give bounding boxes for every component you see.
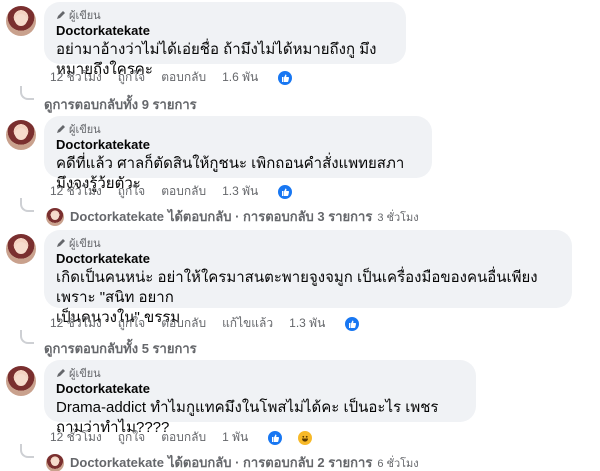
comment-text-line-1: เกิดเป็นคนหน่ะ อย่าให้ใครมาสนตะพายจูงจมู… — [56, 269, 538, 306]
replied-time: 3 ชั่วโมง — [377, 211, 419, 224]
like-reaction-icon — [344, 315, 361, 332]
reply-connector — [20, 198, 34, 212]
pen-icon — [56, 238, 66, 248]
comment-bubble: ผู้เขียน Doctorkatekate อย่ามาอ้างว่าไม่… — [44, 2, 406, 78]
avatar[interactable] — [6, 366, 36, 396]
view-replies-label: ดูการตอบกลับทั้ง 9 รายการ — [44, 97, 197, 112]
reply-button[interactable]: ตอบกลับ — [161, 428, 206, 447]
comment-time[interactable]: 12 ชั่วโมง — [50, 182, 102, 201]
avatar[interactable] — [6, 234, 36, 264]
reaction-count[interactable]: 1.3 พัน — [222, 182, 309, 201]
like-button[interactable]: ถูกใจ — [118, 428, 145, 447]
edited-label[interactable]: แก้ไขแล้ว — [222, 314, 273, 333]
comment-author[interactable]: Doctorkatekate — [56, 22, 394, 40]
comment-actions: 12 ชั่วโมง ถูกใจ ตอบกลับ 1.3 พัน — [50, 182, 325, 201]
reaction-count[interactable]: 1 พัน — [222, 428, 329, 447]
reaction-count[interactable]: 1.3 พัน — [289, 314, 376, 333]
replied-text: ได้ตอบกลับ · การตอบกลับ 2 รายการ — [167, 455, 373, 470]
comment-time[interactable]: 12 ชั่วโมง — [50, 68, 102, 87]
comment-time[interactable]: 12 ชั่วโมง — [50, 314, 102, 333]
pen-icon — [56, 368, 66, 378]
author-badge: ผู้เขียน — [56, 8, 394, 22]
reply-connector — [20, 330, 34, 344]
like-button[interactable]: ถูกใจ — [118, 314, 145, 333]
like-button[interactable]: ถูกใจ — [118, 182, 145, 201]
comment-author[interactable]: Doctorkatekate — [56, 250, 560, 268]
replied-summary[interactable]: Doctorkatekate ได้ตอบกลับ · การตอบกลับ 3… — [20, 198, 419, 227]
reply-button[interactable]: ตอบกลับ — [161, 314, 206, 333]
author-badge: ผู้เขียน — [56, 122, 420, 136]
comment-bubble: ผู้เขียน Doctorkatekate คดีที่แล้ว ศาลก็… — [44, 116, 432, 192]
comment-bubble: ผู้เขียน Doctorkatekate เกิดเป็นคนหน่ะ อ… — [44, 230, 572, 326]
pen-icon — [56, 10, 66, 20]
comment-actions: 12 ชั่วโมง ถูกใจ ตอบกลับ 1 พัน — [50, 428, 345, 447]
like-button[interactable]: ถูกใจ — [118, 68, 145, 87]
reaction-count-label: 1.6 พัน — [222, 70, 259, 84]
comment-actions: 12 ชั่วโมง ถูกใจ ตอบกลับ 1.6 พัน — [50, 68, 325, 87]
replied-text: ได้ตอบกลับ · การตอบกลับ 3 รายการ — [167, 209, 373, 224]
comment-actions: 12 ชั่วโมง ถูกใจ ตอบกลับ แก้ไขแล้ว 1.3 พ… — [50, 314, 392, 333]
replied-time: 6 ชั่วโมง — [377, 457, 419, 470]
avatar[interactable] — [6, 6, 36, 36]
view-replies-link[interactable]: ดูการตอบกลับทั้ง 5 รายการ — [20, 330, 197, 359]
author-badge: ผู้เขียน — [56, 366, 464, 380]
comment-author[interactable]: Doctorkatekate — [56, 136, 420, 154]
avatar — [46, 453, 64, 471]
like-reaction-icon — [277, 183, 294, 200]
reaction-count-label: 1.3 พัน — [289, 316, 326, 330]
replier-name[interactable]: Doctorkatekate — [70, 209, 164, 224]
pen-icon — [56, 124, 66, 134]
reply-button[interactable]: ตอบกลับ — [161, 182, 206, 201]
view-replies-link[interactable]: ดูการตอบกลับทั้ง 9 รายการ — [20, 86, 197, 115]
reaction-count-label: 1 พัน — [222, 430, 249, 444]
reaction-count[interactable]: 1.6 พัน — [222, 68, 309, 87]
replier-name[interactable]: Doctorkatekate — [70, 455, 164, 470]
reply-connector — [20, 86, 34, 100]
avatar — [46, 207, 64, 226]
replied-summary[interactable]: Doctorkatekate ได้ตอบกลับ · การตอบกลับ 2… — [20, 444, 419, 471]
author-badge: ผู้เขียน — [56, 236, 560, 250]
comment-bubble: ผู้เขียน Doctorkatekate Drama-addict ทำไ… — [44, 360, 476, 436]
avatar[interactable] — [6, 120, 36, 150]
haha-reaction-icon — [297, 429, 314, 446]
reply-button[interactable]: ตอบกลับ — [161, 68, 206, 87]
view-replies-label: ดูการตอบกลับทั้ง 5 รายการ — [44, 341, 197, 356]
reaction-count-label: 1.3 พัน — [222, 184, 259, 198]
reply-connector — [20, 444, 34, 458]
comment-author[interactable]: Doctorkatekate — [56, 380, 464, 398]
like-reaction-icon — [277, 69, 294, 86]
like-reaction-icon — [267, 429, 284, 446]
comment-time[interactable]: 12 ชั่วโมง — [50, 428, 102, 447]
